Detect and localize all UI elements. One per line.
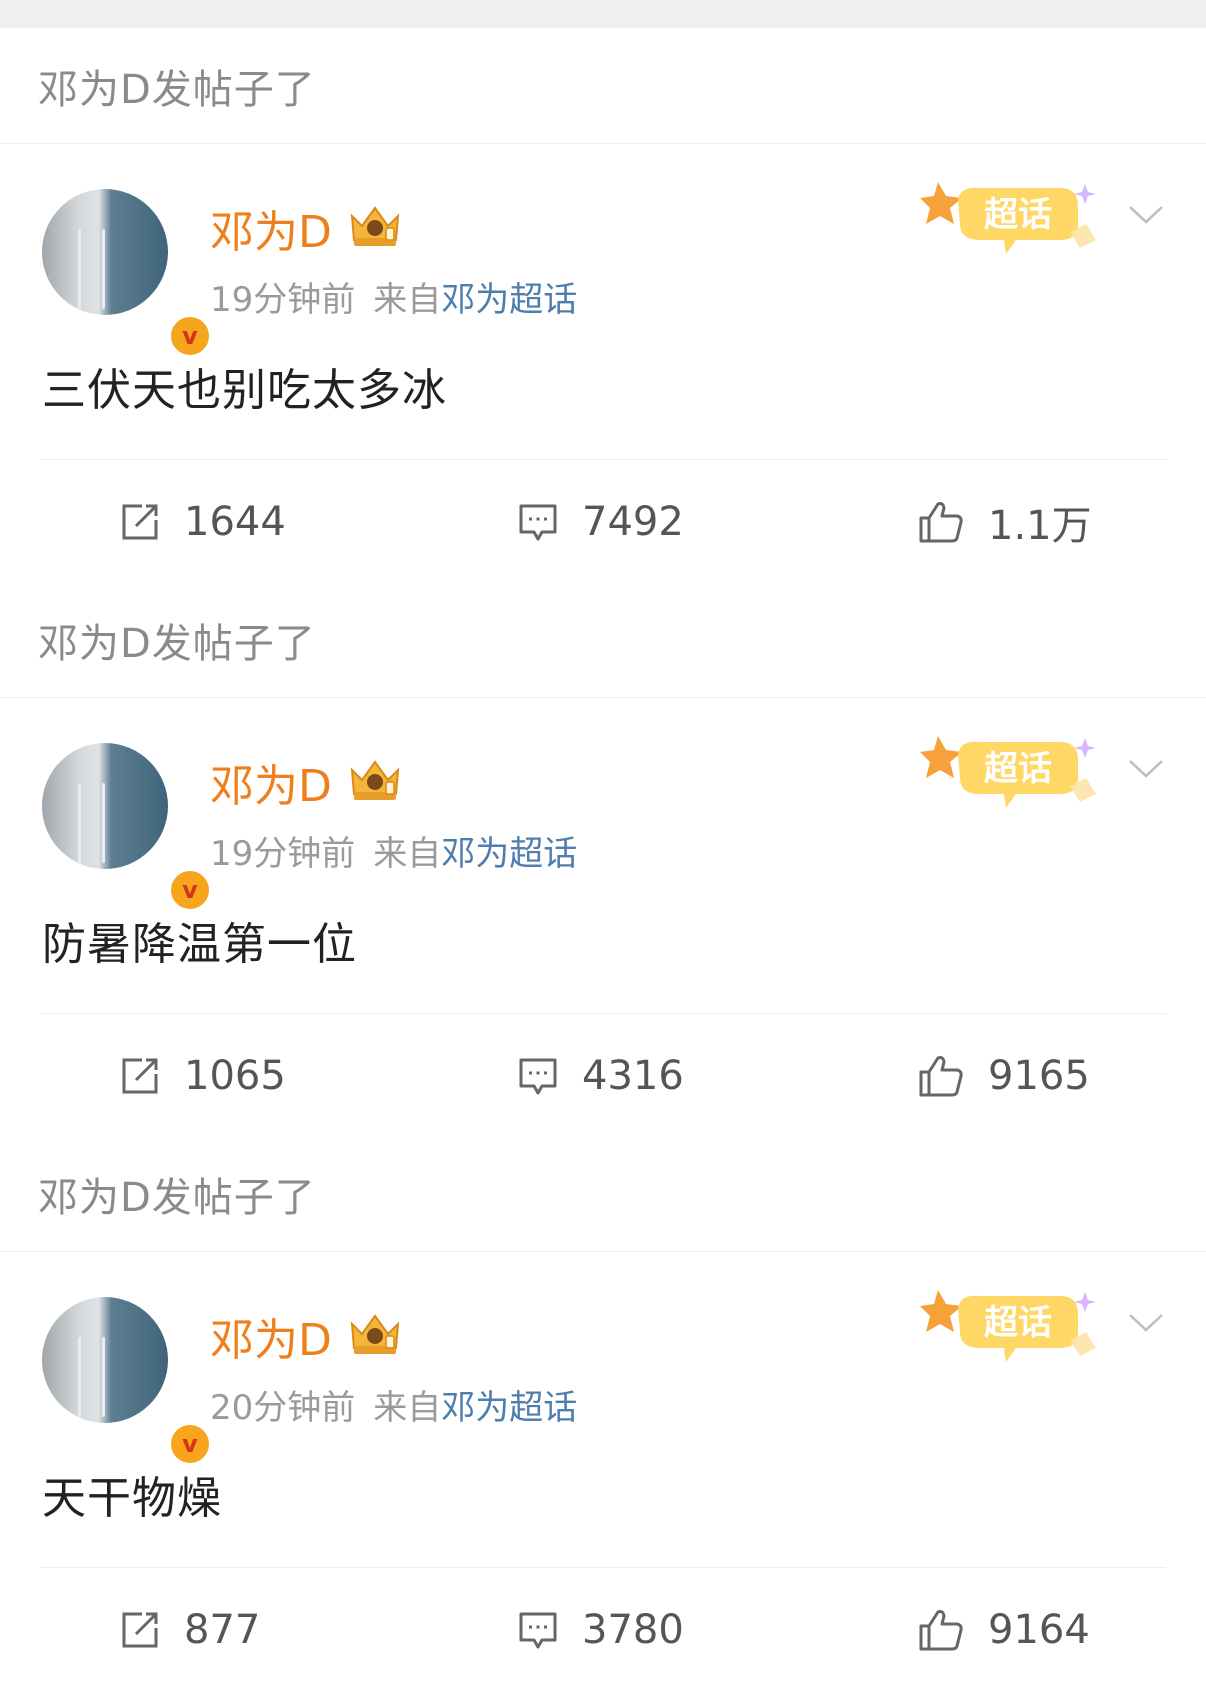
post-meta: 20分钟前 来自邓为超话 xyxy=(210,1380,577,1429)
card-header: 邓为D发帖子了 xyxy=(0,582,1206,698)
post-text[interactable]: 天干物燥 xyxy=(42,1462,222,1526)
card-header-text: 邓为D发帖子了 xyxy=(38,1174,316,1221)
chaohua-label: 超话 xyxy=(984,749,1052,789)
comment-icon xyxy=(519,1612,557,1648)
post-time: 20分钟前 xyxy=(210,1388,356,1428)
verified-icon: v xyxy=(168,868,212,912)
crown-icon[interactable] xyxy=(346,202,404,250)
avatar[interactable]: v xyxy=(42,1297,212,1466)
post-meta: 19分钟前 来自邓为超话 xyxy=(210,826,577,875)
avatar-detail xyxy=(78,229,81,309)
comment-button[interactable]: 4316 xyxy=(518,1014,684,1137)
verified-icon: v xyxy=(168,1422,212,1466)
avatar-detail xyxy=(102,783,105,863)
post-time: 19分钟前 xyxy=(210,280,356,320)
chaohua-badge[interactable]: 超话 xyxy=(920,728,1110,820)
avatar-detail xyxy=(78,783,81,863)
repost-icon xyxy=(122,1058,158,1093)
crown-icon[interactable] xyxy=(346,1310,404,1358)
author-name[interactable]: 邓为D xyxy=(210,1304,332,1368)
source-topic-link[interactable]: 邓为超话 xyxy=(441,1388,577,1428)
verified-icon: v xyxy=(168,314,212,358)
post-text[interactable]: 防暑降温第一位 xyxy=(42,908,357,972)
repost-count: 877 xyxy=(184,1606,261,1653)
chevron-down-icon[interactable] xyxy=(1128,204,1164,226)
avatar-detail xyxy=(102,229,105,309)
chaohua-badge[interactable]: 超话 xyxy=(920,1282,1110,1374)
author-name[interactable]: 邓为D xyxy=(210,750,332,814)
like-button[interactable]: 1.1万 xyxy=(918,460,1092,583)
card-header-text: 邓为D发帖子了 xyxy=(38,620,316,667)
post-card: 邓为D发帖子了 v 邓为D 20分钟前 来自邓为超话 超话 天干物燥 877 3… xyxy=(0,1136,1206,1691)
source-topic-link[interactable]: 邓为超话 xyxy=(441,834,577,874)
like-button[interactable]: 9165 xyxy=(918,1014,1090,1137)
comment-icon xyxy=(519,504,557,540)
like-count: 1.1万 xyxy=(988,502,1092,549)
post-text[interactable]: 三伏天也别吃太多冰 xyxy=(42,354,447,418)
action-bar: 1644 7492 1.1万 xyxy=(0,460,1206,583)
author-name[interactable]: 邓为D xyxy=(210,196,332,260)
repost-icon xyxy=(122,1612,158,1647)
chaohua-label: 超话 xyxy=(984,1303,1052,1343)
like-icon xyxy=(919,501,963,542)
post-body: v 邓为D 19分钟前 来自邓为超话 超话 三伏天也别吃太多冰 1644 749… xyxy=(0,144,1206,583)
post-body: v 邓为D 20分钟前 来自邓为超话 超话 天干物燥 877 3780 9164 xyxy=(0,1252,1206,1691)
comment-count: 7492 xyxy=(582,498,684,545)
chaohua-label: 超话 xyxy=(984,195,1052,235)
comment-count: 3780 xyxy=(582,1606,684,1653)
repost-button[interactable]: 1644 xyxy=(120,460,286,583)
chevron-down-icon[interactable] xyxy=(1128,1312,1164,1334)
source-prefix: 来自 xyxy=(373,1388,442,1428)
avatar[interactable]: v xyxy=(42,189,212,358)
comment-button[interactable]: 7492 xyxy=(518,460,684,583)
comment-button[interactable]: 3780 xyxy=(518,1568,684,1691)
like-button[interactable]: 9164 xyxy=(918,1568,1090,1691)
like-icon xyxy=(919,1055,963,1096)
source-prefix: 来自 xyxy=(373,834,442,874)
action-bar: 877 3780 9164 xyxy=(0,1568,1206,1691)
repost-count: 1065 xyxy=(184,1052,286,1099)
post-time: 19分钟前 xyxy=(210,834,356,874)
chaohua-badge[interactable]: 超话 xyxy=(920,174,1110,266)
chevron-down-icon[interactable] xyxy=(1128,758,1164,780)
repost-count: 1644 xyxy=(184,498,286,545)
post-meta: 19分钟前 来自邓为超话 xyxy=(210,272,577,321)
card-header: 邓为D发帖子了 xyxy=(0,28,1206,144)
comment-icon xyxy=(519,1058,557,1094)
avatar[interactable]: v xyxy=(42,743,212,912)
comment-count: 4316 xyxy=(582,1052,684,1099)
card-header: 邓为D发帖子了 xyxy=(0,1136,1206,1252)
source-topic-link[interactable]: 邓为超话 xyxy=(441,280,577,320)
avatar-detail xyxy=(102,1337,105,1417)
like-count: 9165 xyxy=(988,1052,1090,1099)
post-body: v 邓为D 19分钟前 来自邓为超话 超话 防暑降温第一位 1065 4316 … xyxy=(0,698,1206,1137)
post-card: 邓为D发帖子了 v 邓为D 19分钟前 来自邓为超话 xyxy=(0,28,1206,583)
source-prefix: 来自 xyxy=(373,280,442,320)
avatar-detail xyxy=(78,1337,81,1417)
like-icon xyxy=(919,1609,963,1650)
repost-icon xyxy=(122,504,158,539)
action-bar: 1065 4316 9165 xyxy=(0,1014,1206,1137)
repost-button[interactable]: 877 xyxy=(120,1568,260,1691)
crown-icon[interactable] xyxy=(346,756,404,804)
post-card: 邓为D发帖子了 v 邓为D 19分钟前 来自邓为超话 xyxy=(0,582,1206,1137)
card-header-text: 邓为D发帖子了 xyxy=(38,66,316,113)
repost-button[interactable]: 1065 xyxy=(120,1014,286,1137)
like-count: 9164 xyxy=(988,1606,1090,1653)
